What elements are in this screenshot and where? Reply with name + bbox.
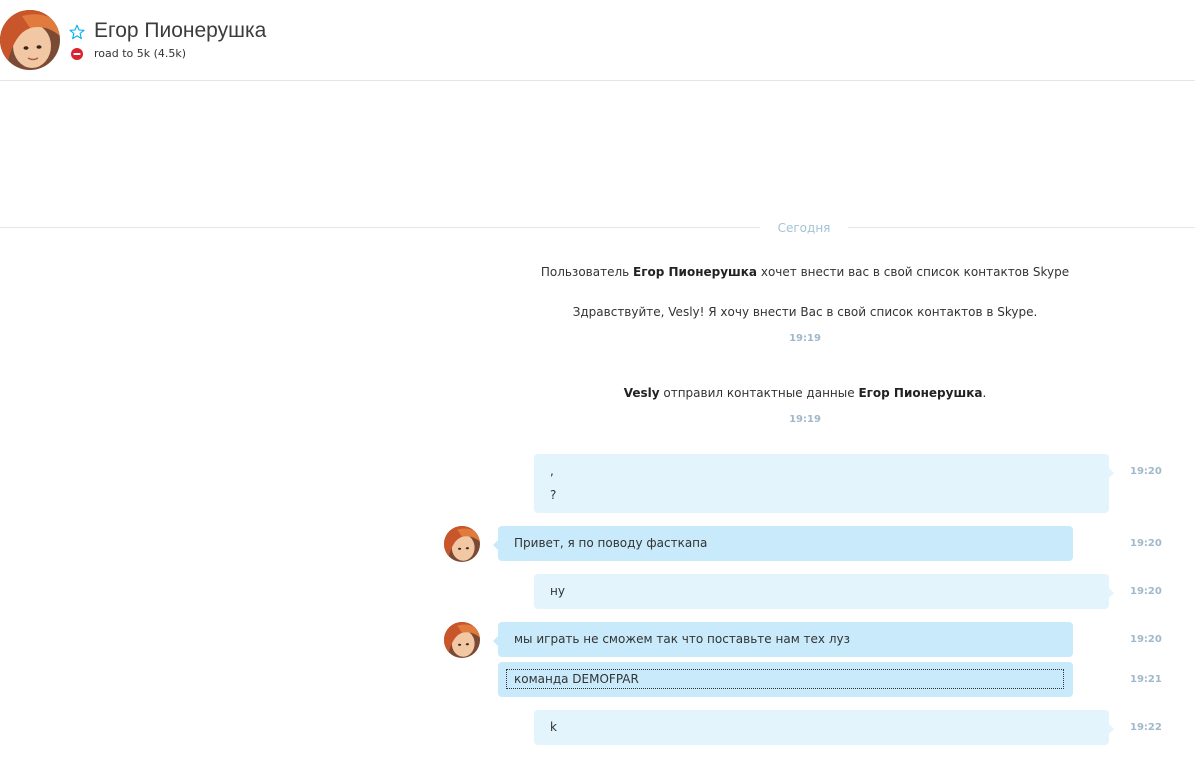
- system-text: хочет внести вас в свой список контактов…: [757, 265, 1070, 279]
- conversation-header: Егор Пионерушка road to 5k (4.5k): [0, 0, 1195, 81]
- message-time: 19:20: [1130, 538, 1162, 549]
- system-message-time: 19:19: [789, 333, 821, 344]
- sender-avatar[interactable]: [444, 622, 480, 658]
- system-text: Пользователь: [540, 265, 634, 279]
- message-time: 19:20: [1130, 586, 1162, 597]
- system-message-time: 19:19: [789, 414, 821, 425]
- message-text: k: [550, 720, 557, 734]
- message-time: 19:20: [1130, 466, 1162, 477]
- skype-chat-window: Егор Пионерушка road to 5k (4.5k) Сегодн…: [0, 0, 1195, 769]
- system-message-contact-sent: Vesly отправил контактные данные Егор Пи…: [420, 386, 1190, 400]
- system-text: .: [982, 386, 987, 400]
- system-sender-name: Vesly: [623, 386, 660, 400]
- system-message-contact-request: Пользователь Егор Пионерушка хочет внест…: [420, 265, 1190, 279]
- message-text: ?: [550, 488, 557, 502]
- message-time: 19:20: [1130, 634, 1162, 645]
- sender-avatar[interactable]: [444, 526, 480, 562]
- system-text: отправил контактные данные: [659, 386, 859, 400]
- date-divider: [0, 227, 1195, 228]
- message-text: ну: [550, 584, 565, 598]
- message-time: 19:21: [1130, 674, 1162, 685]
- message-text: Привет, я по поводу фасткапа: [514, 536, 708, 550]
- system-message-greeting: Здравствуйте, Vesly! Я хочу внести Вас в…: [572, 305, 1038, 319]
- date-label: Сегодня: [760, 219, 848, 237]
- favorite-star-icon[interactable]: [69, 24, 85, 40]
- message-time: 19:22: [1130, 722, 1162, 733]
- message-text: ,: [550, 464, 554, 478]
- message-text: мы играть не сможем так что поставьте на…: [514, 632, 850, 646]
- system-contact-name: Егор Пионерушка: [858, 386, 983, 400]
- message-text[interactable]: команда DEMOFPAR: [506, 669, 1064, 689]
- incoming-message-bubble-selected[interactable]: команда DEMOFPAR: [498, 662, 1073, 697]
- outgoing-message-bubble[interactable]: ну: [534, 574, 1114, 609]
- system-contact-name: Егор Пионерушка: [633, 265, 758, 279]
- incoming-message-bubble[interactable]: мы играть не сможем так что поставьте на…: [493, 622, 1073, 657]
- contact-name: Егор Пионерушка: [94, 19, 267, 42]
- outgoing-message-bubble[interactable]: , ?: [534, 454, 1114, 513]
- mood-message: road to 5k (4.5k): [94, 47, 187, 60]
- outgoing-message-bubble[interactable]: k: [534, 710, 1114, 745]
- incoming-message-bubble[interactable]: Привет, я по поводу фасткапа: [493, 526, 1073, 561]
- contact-avatar[interactable]: [0, 10, 60, 70]
- dnd-status-icon: [71, 48, 83, 60]
